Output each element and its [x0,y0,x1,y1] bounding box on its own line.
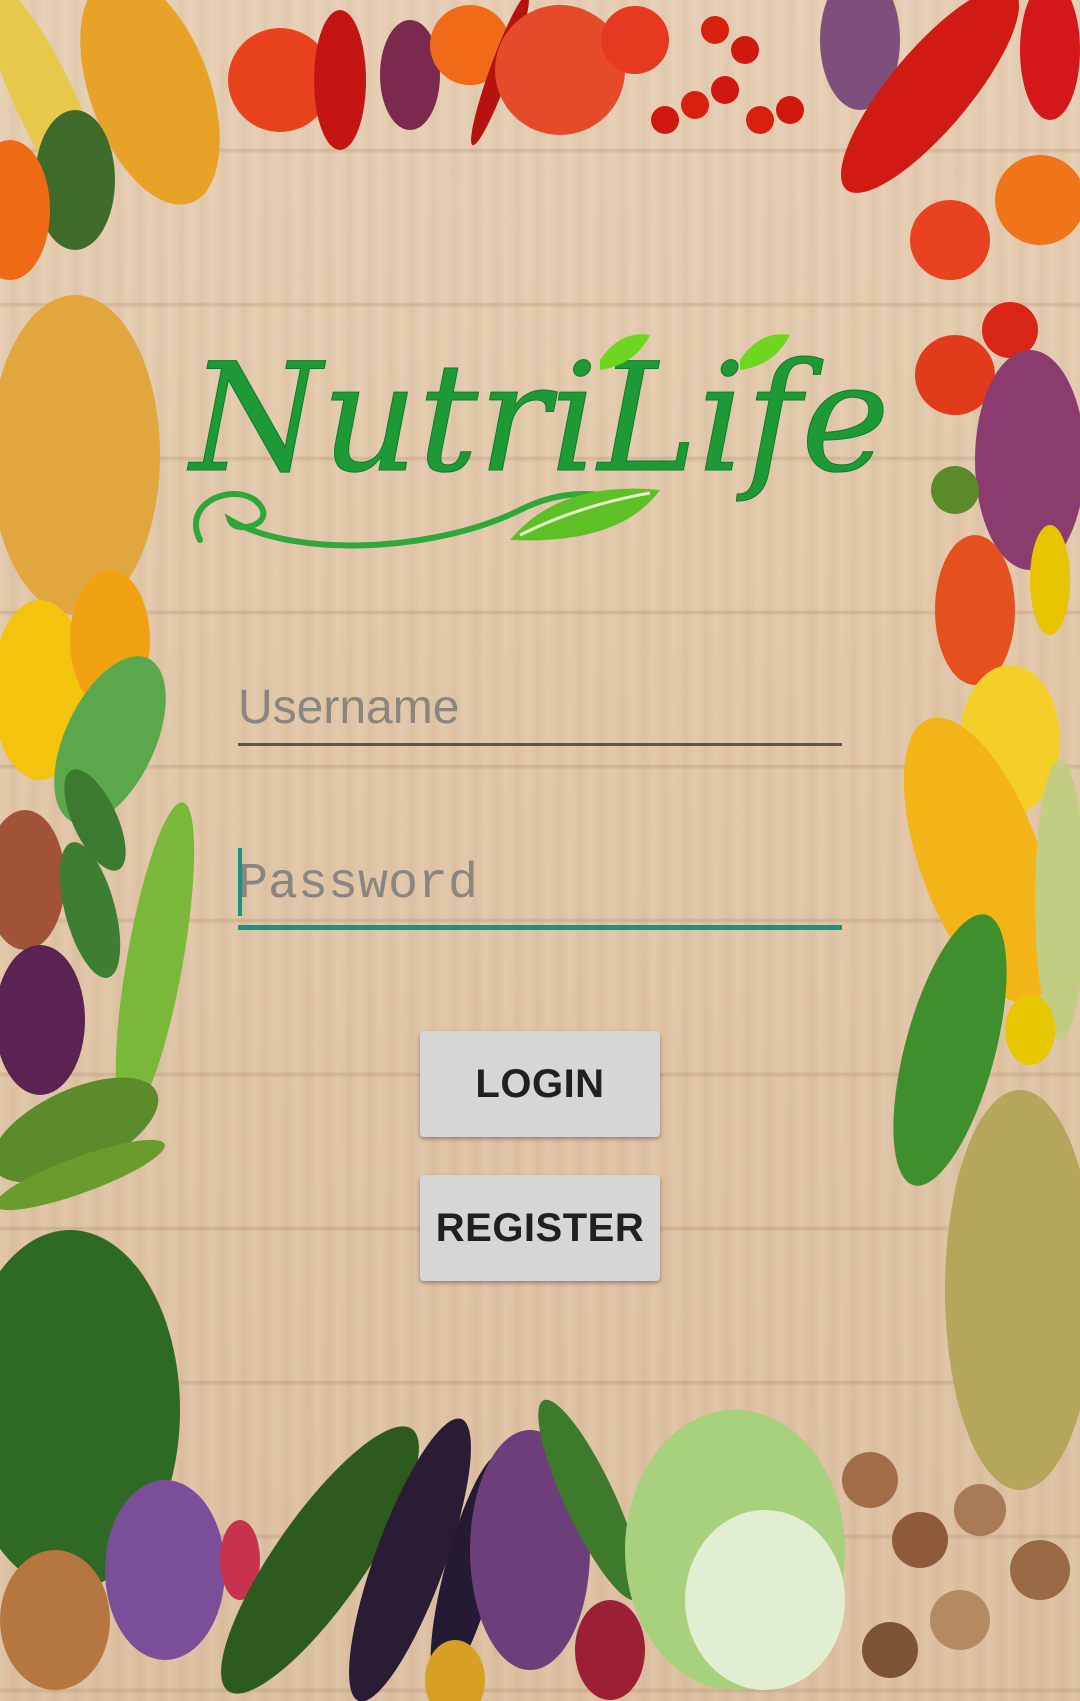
nutrilife-logo: NutriLife [187,332,890,549]
text-cursor [238,848,242,916]
password-field-container [238,848,842,930]
register-button[interactable]: REGISTER [420,1175,660,1281]
login-screen: NutriLife LOGIN REGISTER [0,0,1080,1701]
logo-wordmark: NutriLife [187,332,890,506]
username-field-container [238,676,842,746]
username-input[interactable] [238,676,842,746]
login-button[interactable]: LOGIN [420,1031,660,1137]
password-input[interactable] [238,848,842,930]
